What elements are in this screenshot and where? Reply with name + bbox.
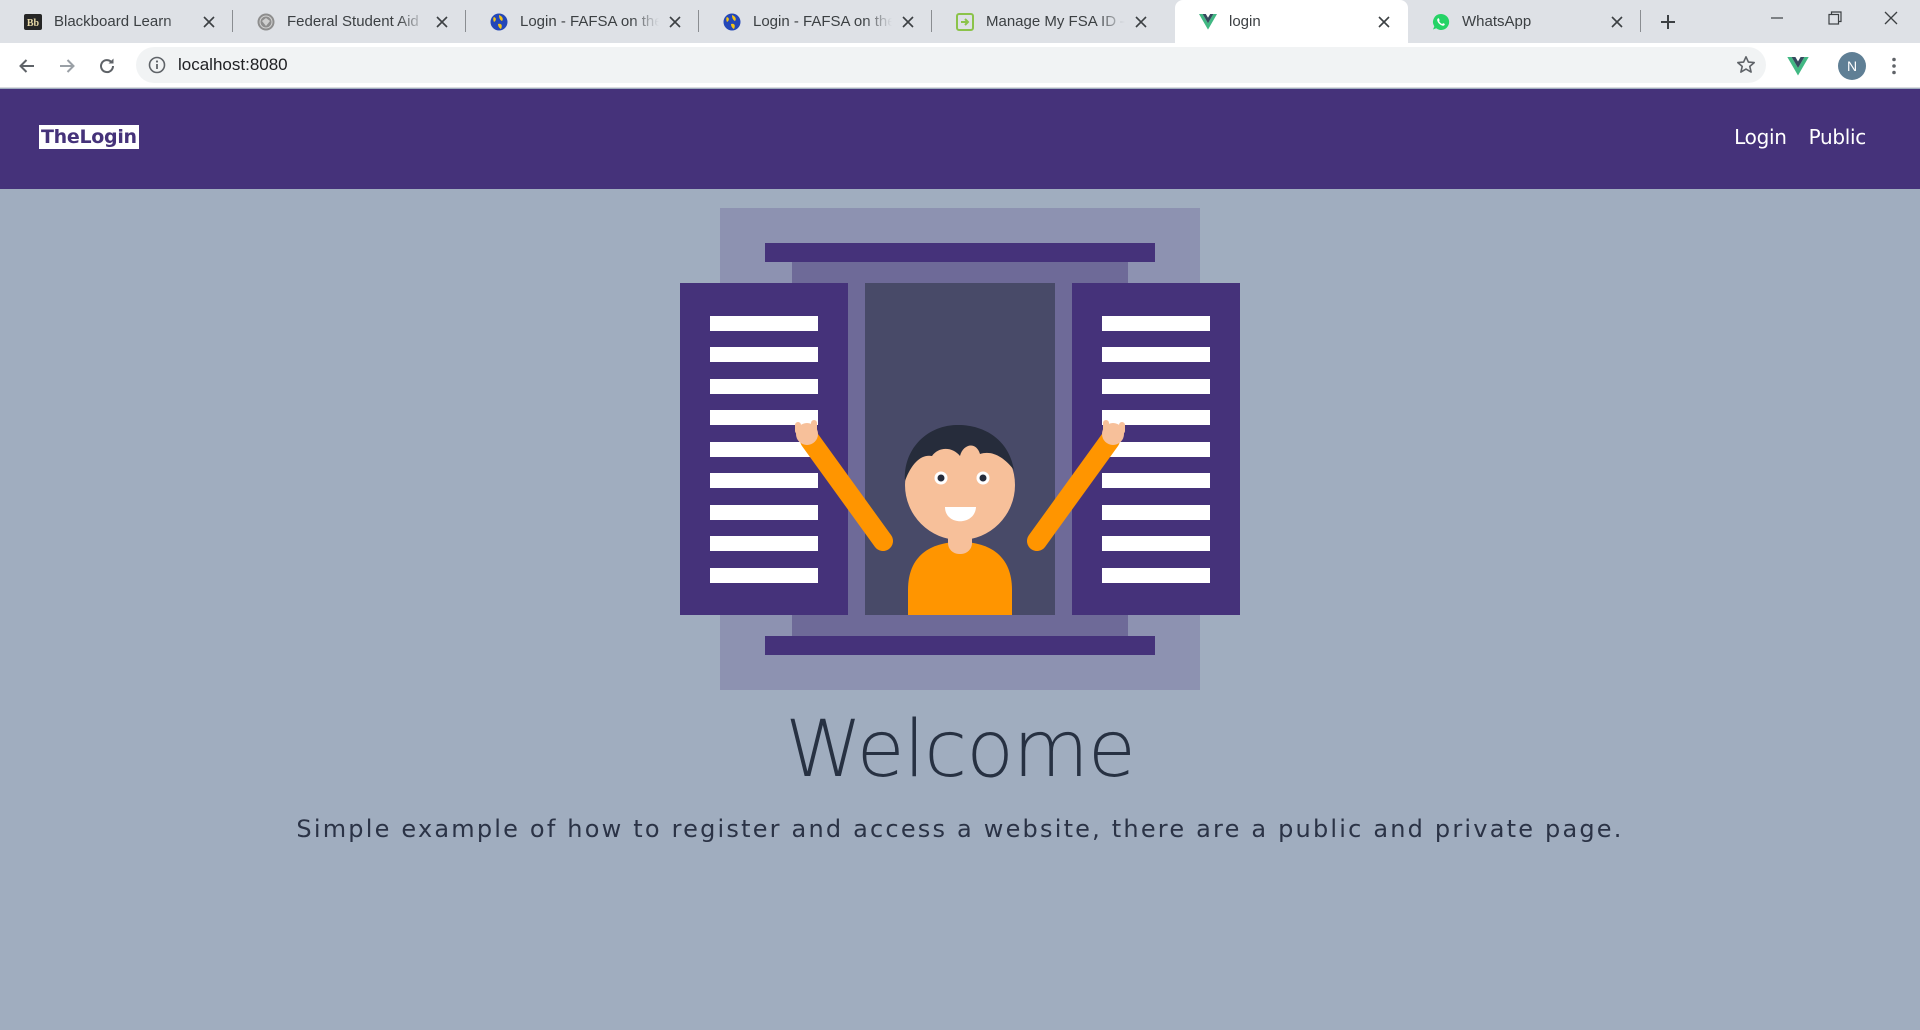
close-icon[interactable] [1131,12,1151,32]
browser-tab-strip: Bb Blackboard Learn Federal Student Aid … [0,0,1920,43]
address-bar[interactable]: localhost:8080 [136,47,1766,83]
reload-icon [100,58,115,74]
whatsapp-icon [1432,13,1450,31]
tab-federal-student-aid[interactable]: Federal Student Aid [233,0,466,43]
arrow-left-icon [19,59,34,73]
restore-icon [1828,11,1842,25]
tab-manage-fsa-id[interactable]: Manage My FSA ID – My FSA [932,0,1165,43]
close-icon[interactable] [199,12,219,32]
browser-menu-button[interactable] [1880,52,1908,80]
tab-whatsapp[interactable]: WhatsApp [1408,0,1641,43]
globe-icon [490,13,508,31]
minimize-icon [1771,17,1783,19]
browser-toolbar: localhost:8080 N [0,43,1920,88]
nav-link-login[interactable]: Login [1734,125,1787,149]
site-navbar: TheLogin Login Public [0,89,1920,189]
tab-title: WhatsApp [1462,13,1532,30]
tab-fafsa-login-1[interactable]: Login - FAFSA on the Web [466,0,699,43]
forward-button[interactable] [52,51,82,81]
tab-separator [1640,10,1641,32]
page-subtitle: Simple example of how to register and ac… [296,815,1624,843]
svg-text:Bb: Bb [27,18,40,29]
person-waving-from-window-illustration [680,208,1240,690]
url-text[interactable]: localhost:8080 [178,47,288,83]
window-bottom-sill [765,636,1155,655]
new-tab-button[interactable] [1653,7,1683,37]
fsa-icon [956,12,974,31]
reload-button[interactable] [92,51,122,81]
vue-devtools-extension[interactable] [1784,52,1812,80]
window-close-button[interactable] [1862,0,1920,36]
nav-links: Login Public [1734,125,1866,149]
tab-title: Federal Student Aid [287,13,419,30]
globe-icon [723,13,741,31]
vue-icon [1199,13,1217,31]
avatar: N [1838,52,1866,80]
tab-title: Login - FAFSA on the Web [753,13,892,30]
restore-button[interactable] [1806,0,1864,36]
close-icon [1884,11,1898,25]
star-icon[interactable] [1736,55,1756,75]
close-icon[interactable] [1374,12,1394,32]
close-icon[interactable] [898,12,918,32]
back-button[interactable] [12,51,42,81]
tab-fafsa-login-2[interactable]: Login - FAFSA on the Web [699,0,932,43]
page-title: Welcome [785,705,1136,795]
nav-link-public[interactable]: Public [1809,125,1867,149]
tab-blackboard-learn[interactable]: Bb Blackboard Learn [0,0,233,43]
tab-title: Login - FAFSA on the Web [520,13,659,30]
window-top-sill [765,243,1155,262]
seal-icon [257,13,275,31]
tab-title: Blackboard Learn [54,13,172,30]
brand-logo-link[interactable]: TheLogin [39,125,139,149]
profile-button[interactable]: N [1838,52,1866,80]
close-icon[interactable] [665,12,685,32]
tab-login[interactable]: login [1175,0,1408,43]
close-icon[interactable] [432,12,452,32]
tab-title: login [1229,13,1261,30]
close-icon[interactable] [1607,12,1627,32]
plus-icon [1661,15,1675,29]
info-icon[interactable] [148,56,166,74]
tab-title: Manage My FSA ID – My FSA [986,13,1125,30]
more-vertical-icon [1892,57,1896,75]
blackboard-icon: Bb [24,13,42,31]
vue-icon [1787,56,1809,76]
minimize-button[interactable] [1748,0,1806,36]
arrow-right-icon [60,59,75,73]
